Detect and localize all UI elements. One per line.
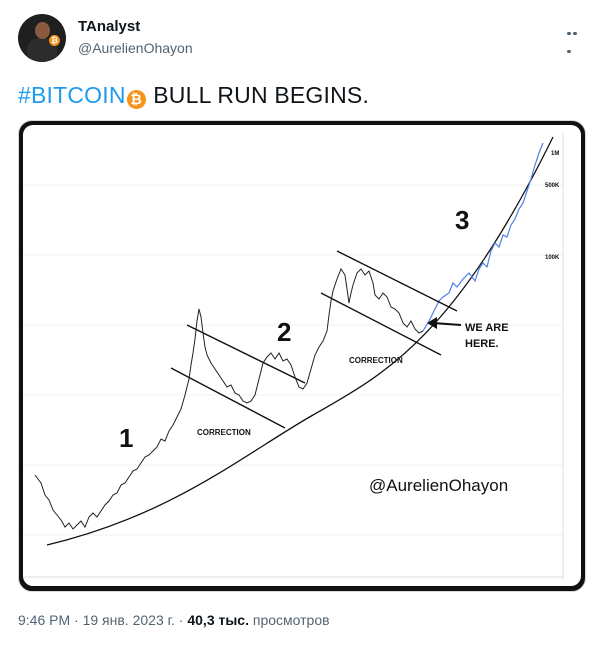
- meta-separator: ·: [174, 612, 188, 628]
- correction-label-2: CORRECTION: [349, 356, 403, 365]
- wave-label-2: 2: [277, 317, 291, 347]
- hashtag-link[interactable]: #BITCOIN: [18, 82, 126, 108]
- tweet-meta: 9:46 PM · 19 янв. 2023 г. · 40,3 тыс. пр…: [18, 612, 330, 628]
- axis-tick-500k: 500K: [545, 183, 560, 189]
- we-are-here-line2: HERE.: [465, 338, 499, 350]
- views-label: просмотров: [249, 612, 330, 628]
- we-are-here-line1: WE ARE: [465, 322, 509, 334]
- axis-tick-100k: 100K: [545, 255, 560, 261]
- tweet-date[interactable]: 19 янв. 2023 г.: [83, 612, 175, 628]
- wave-label-3: 3: [455, 205, 469, 235]
- tweet-text: #BITCOIN ₿ BULL RUN BEGINS.: [18, 82, 369, 109]
- meta-separator: ·: [70, 612, 83, 628]
- wave-label-1: 1: [119, 423, 133, 453]
- more-options-icon[interactable]: [567, 22, 583, 53]
- tweet-body: BULL RUN BEGINS.: [146, 82, 370, 108]
- bitcoin-emoji-icon: ₿: [126, 90, 146, 109]
- views-count: 40,3 тыс.: [187, 612, 249, 628]
- chart-image: 1 2 3 CORRECTION CORRECTION WE ARE HERE.…: [23, 125, 581, 586]
- tweet-media[interactable]: 1 2 3 CORRECTION CORRECTION WE ARE HERE.…: [18, 120, 586, 592]
- author-handle[interactable]: @AurelienOhayon: [78, 40, 193, 56]
- axis-tick-1m: 1M: [551, 151, 559, 157]
- btc-chart-svg: 1 2 3 CORRECTION CORRECTION WE ARE HERE.…: [23, 133, 564, 580]
- author-avatar[interactable]: ₿: [18, 14, 66, 62]
- tweet-time[interactable]: 9:46 PM: [18, 612, 70, 628]
- bitcoin-badge-icon: ₿: [49, 35, 60, 46]
- avatar-head: [35, 22, 50, 39]
- correction-label-1: CORRECTION: [197, 428, 251, 437]
- author-name[interactable]: TAnalyst: [78, 18, 140, 35]
- chart-watermark: @AurelienOhayon: [369, 476, 508, 495]
